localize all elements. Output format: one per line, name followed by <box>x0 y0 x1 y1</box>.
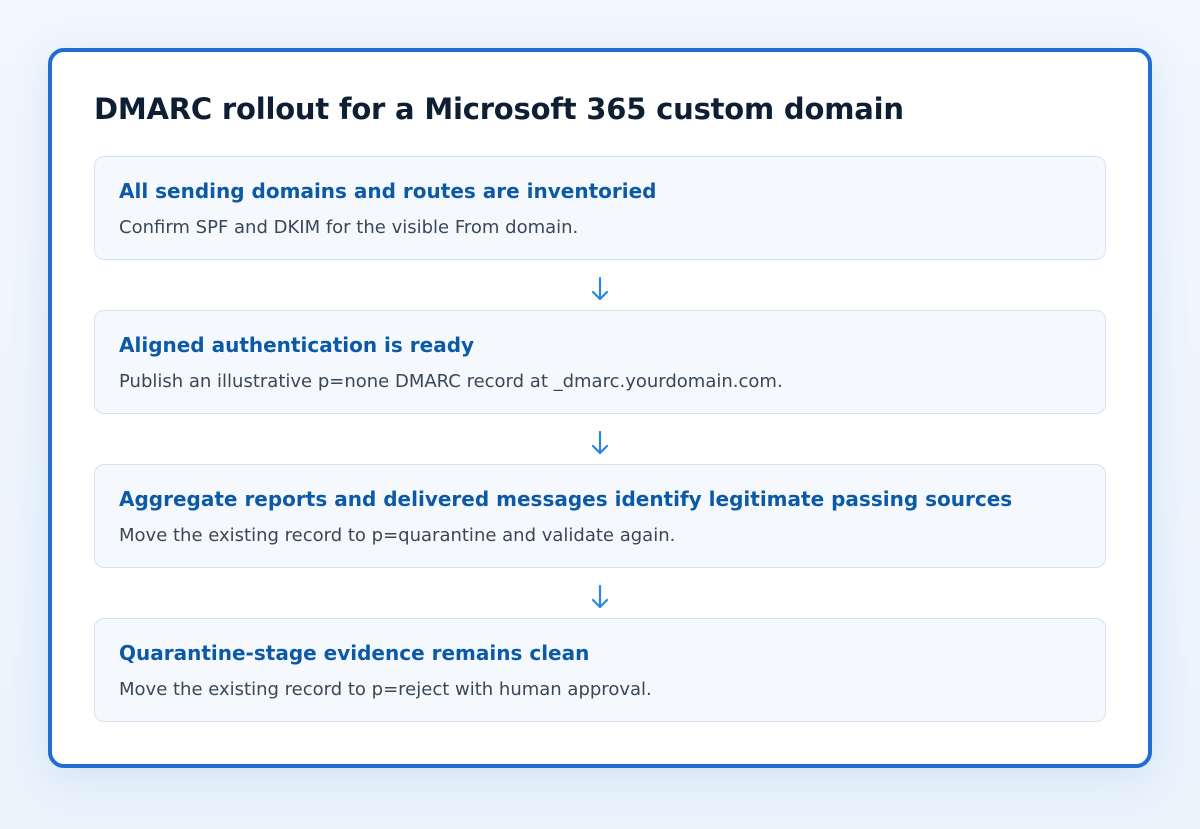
step-1-title: All sending domains and routes are inven… <box>119 179 657 203</box>
down-arrow-icon <box>588 274 612 304</box>
flow-card: DMARC rollout for a Microsoft 365 custom… <box>48 48 1152 768</box>
step-3-box: Aggregate reports and delivered messages… <box>94 464 1106 568</box>
step-4-description: Move the existing record to p=reject wit… <box>119 679 652 700</box>
step-3-title: Aggregate reports and delivered messages… <box>119 487 1013 511</box>
down-arrow-icon <box>588 428 612 458</box>
step-2-description: Publish an illustrative p=none DMARC rec… <box>119 371 783 392</box>
step-2-title: Aligned authentication is ready <box>119 333 475 357</box>
page: DMARC rollout for a Microsoft 365 custom… <box>0 0 1200 829</box>
step-4-box: Quarantine-stage evidence remains clean … <box>94 618 1106 722</box>
diagram-title: DMARC rollout for a Microsoft 365 custom… <box>94 92 904 126</box>
step-2-box: Aligned authentication is ready Publish … <box>94 310 1106 414</box>
step-1-description: Confirm SPF and DKIM for the visible Fro… <box>119 217 579 238</box>
step-4-title: Quarantine-stage evidence remains clean <box>119 641 590 665</box>
step-1-box: All sending domains and routes are inven… <box>94 156 1106 260</box>
down-arrow-icon <box>588 582 612 612</box>
step-3-description: Move the existing record to p=quarantine… <box>119 525 676 546</box>
